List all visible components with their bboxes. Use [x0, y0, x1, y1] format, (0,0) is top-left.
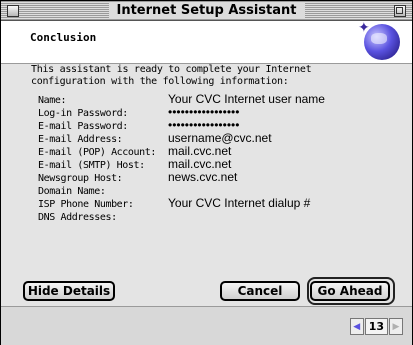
go-ahead-button[interactable]: Go Ahead [310, 281, 390, 301]
content-panel: This assistant is ready to complete your… [1, 64, 412, 306]
detail-value-newsgroup-host: news.cvc.net [168, 170, 238, 184]
detail-label-smtp-host: E-mail (SMTP) Host: [38, 160, 145, 171]
detail-value-login-password: ••••••••••••••••• [168, 105, 240, 119]
detail-value-email-address: username@cvc.net [168, 131, 272, 145]
footer-bar: ◀ 13 ▶ [1, 306, 412, 345]
next-page-arrow-icon[interactable]: ▶ [389, 318, 403, 335]
detail-value-isp-phone: Your CVC Internet dialup # [168, 196, 311, 210]
detail-label-name: Name: [38, 95, 67, 106]
detail-label-isp-phone: ISP Phone Number: [38, 199, 134, 210]
section-title: Conclusion [30, 31, 97, 44]
detail-label-newsgroup-host: Newsgroup Host: [38, 173, 123, 184]
zoom-box[interactable] [394, 5, 406, 17]
detail-value-email-password: ••••••••••••••••• [168, 118, 240, 132]
hide-details-button[interactable]: Hide Details [23, 281, 115, 301]
header-panel: Conclusion [1, 20, 412, 64]
intro-text: This assistant is ready to complete your… [31, 64, 312, 87]
previous-page-arrow-icon[interactable]: ◀ [349, 318, 364, 335]
title-bar[interactable]: Internet Setup Assistant [1, 1, 412, 21]
detail-label-login-password: Log-in Password: [38, 108, 128, 119]
detail-value-pop-account: mail.cvc.net [168, 144, 232, 158]
detail-label-pop-account: E-mail (POP) Account: [38, 147, 157, 158]
detail-label-email-password: E-mail Password: [38, 121, 128, 132]
page-navigator: ◀ 13 ▶ [349, 318, 403, 335]
detail-label-email-address: E-mail Address: [38, 134, 123, 145]
detail-label-dns-addresses: DNS Addresses: [38, 212, 117, 223]
setup-assistant-window: Internet Setup Assistant Conclusion This… [0, 0, 413, 345]
globe-icon [358, 20, 400, 60]
detail-value-smtp-host: mail.cvc.net [168, 157, 232, 171]
detail-value-name: Your CVC Internet user name [168, 92, 325, 106]
cancel-button[interactable]: Cancel [220, 281, 300, 301]
detail-label-domain-name: Domain Name: [38, 186, 106, 197]
close-box[interactable] [7, 5, 19, 17]
window-title: Internet Setup Assistant [108, 2, 305, 19]
page-number: 13 [364, 318, 388, 335]
